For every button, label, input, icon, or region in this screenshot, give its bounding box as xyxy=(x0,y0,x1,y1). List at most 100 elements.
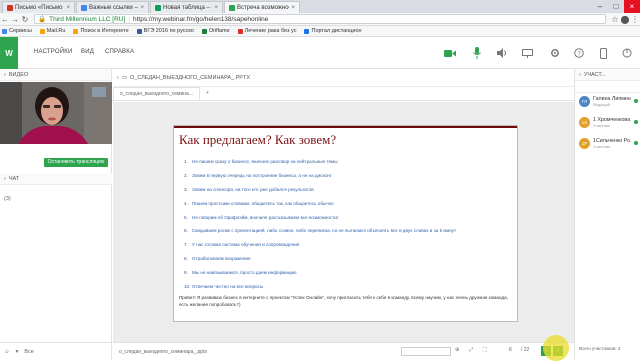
slide-list-item: 1. Не пишем сразу о бизнесе, вначале разг… xyxy=(184,159,338,165)
camera-icon[interactable] xyxy=(443,46,457,60)
maximize-icon[interactable]: □ xyxy=(608,0,624,13)
bookmark-services[interactable]: Сервисы xyxy=(2,28,32,34)
pager-file-name: о_следан_выездного_семинара_.pptx xyxy=(119,348,207,355)
bookmark-mailru[interactable]: Mail.Ru xyxy=(39,28,65,34)
participant-role: Участник xyxy=(593,123,610,128)
presentation-pager: о_следан_выездного_семинара_.pptx ⊕ ⤢ ⛶ … xyxy=(113,335,574,361)
presentation-header: ‹ ▭ О_СЛЕДАН_ВЫЕЗДНОГО_СЕМИНАРА_.PPTX xyxy=(113,69,574,87)
bookmark-oriflame[interactable]: Oriflame xyxy=(201,28,230,34)
app-toolbar: W НАСТРОЙКИ ВИД СПРАВКА ? xyxy=(0,37,640,69)
url-text: https://my.webinar.fm/go/helen138/sapeho… xyxy=(133,15,269,23)
participant-row[interactable]: ГЛ Галина Липкина Ведущий xyxy=(575,93,640,114)
star-icon[interactable]: ☆ xyxy=(610,15,620,24)
bookmark-lechenie[interactable]: Лечение рака без ус xyxy=(237,28,296,34)
bookmarks-bar: Сервисы Mail.Ru Поиск в Интернете ВГЭ 20… xyxy=(0,26,640,37)
browser-tab-2[interactable]: Важные ссылки – Goog × xyxy=(76,1,149,13)
collapse-icon[interactable]: ‹ xyxy=(117,75,119,81)
online-status-icon xyxy=(634,141,638,145)
browser-menu-icon[interactable]: ⋮ xyxy=(630,15,640,24)
bookmark-search[interactable]: Поиск в Интернете xyxy=(73,28,129,34)
fit-icon[interactable]: ⤢ xyxy=(469,347,473,353)
browser-tab-strip: Письмо «Письмо пос × Важные ссылки – Goo… xyxy=(0,0,640,13)
slide-footer-text: Привет! Я развиваю бизнес в интернете с … xyxy=(179,295,509,307)
video-label: ВИДЕО xyxy=(8,71,29,78)
mobile-icon[interactable] xyxy=(596,46,610,60)
slide-title: Как предлагаем? Как зовем? xyxy=(179,132,337,147)
chat-recipient-all[interactable]: Все xyxy=(24,349,33,355)
page-icon xyxy=(237,28,243,34)
slide-list-item: 7. У нас готовая система обучения и сопро… xyxy=(184,242,300,248)
doc-tab-presentation[interactable]: о_следан_выездного_семина... xyxy=(113,87,200,100)
vk-icon xyxy=(136,28,142,34)
page-current[interactable]: 6 xyxy=(509,347,512,353)
minimize-icon[interactable]: – xyxy=(592,0,608,13)
close-tab-icon[interactable]: × xyxy=(140,2,144,13)
slide-stage: Как предлагаем? Как зовем? 1. Не пишем ср… xyxy=(113,102,574,342)
participants-header: ‹ УЧАСТ... xyxy=(575,69,640,81)
slide-list-item: 6. Скидываем ролик с презентацией, либо с… xyxy=(184,228,457,234)
participants-label: УЧАСТ... xyxy=(583,71,606,78)
avatar: 1Р xyxy=(579,138,590,149)
participants-panel: ‹ УЧАСТ... ГЛ Галина Липкина Ведущий 1Х … xyxy=(574,69,640,360)
menu-help[interactable]: СПРАВКА xyxy=(105,49,134,55)
new-tab-button[interactable] xyxy=(301,1,313,13)
menu-view[interactable]: ВИД xyxy=(81,49,94,55)
browser-tab-3[interactable]: Новая таблица – Goog × xyxy=(150,1,223,13)
close-tab-icon[interactable]: × xyxy=(66,2,70,13)
dropdown-icon[interactable]: ▾ xyxy=(16,349,19,355)
chat-label: ЧАТ xyxy=(8,175,20,182)
exit-icon[interactable] xyxy=(620,46,634,60)
slide: Как предлагаем? Как зовем? 1. Не пишем ср… xyxy=(174,126,517,321)
webinar-icon xyxy=(229,4,235,11)
collapse-icon[interactable]: ‹ xyxy=(579,72,581,78)
bookmark-vge[interactable]: ВГЭ 2016 по русско xyxy=(136,28,194,34)
zoom-icon[interactable]: ⊕ xyxy=(455,347,459,353)
smile-icon[interactable]: ☺ xyxy=(4,349,10,355)
add-doc-tab-button[interactable]: + xyxy=(199,87,215,100)
help-icon[interactable]: ? xyxy=(572,46,586,60)
search-icon xyxy=(73,28,79,34)
browser-tab-1[interactable]: Письмо «Письмо пос × xyxy=(2,1,75,13)
forward-icon[interactable]: → xyxy=(10,15,20,24)
mailru-icon xyxy=(39,28,45,34)
bookmark-portal[interactable]: Портал дистанцион xyxy=(304,28,362,34)
collapse-icon[interactable]: ‹ xyxy=(4,176,6,182)
apps-icon xyxy=(2,28,7,34)
gmail-icon xyxy=(7,4,13,11)
document-icon: ▭ xyxy=(121,74,128,81)
fullscreen-icon[interactable]: ⛶ xyxy=(483,347,487,353)
chat-panel-header: ‹ ЧАТ xyxy=(0,173,112,185)
close-window-icon[interactable]: × xyxy=(624,0,640,13)
address-bar: ← → ↻ 🔒 Third Millennium LLC [RU] | http… xyxy=(0,13,640,26)
webinar-logo-icon[interactable]: W xyxy=(0,37,18,69)
pager-search-input[interactable] xyxy=(401,347,451,356)
close-tab-icon[interactable]: × xyxy=(214,2,218,13)
close-tab-icon[interactable]: × xyxy=(291,2,295,13)
extension-icon[interactable]: ⬤ xyxy=(620,15,630,24)
collapse-icon[interactable]: ‹ xyxy=(4,72,6,78)
settings-gear-icon[interactable] xyxy=(548,46,562,60)
presentation-area: ‹ ▭ О_СЛЕДАН_ВЫЕЗДНОГО_СЕМИНАРА_.PPTX о_… xyxy=(113,69,574,361)
participants-total: Всего участников: 3 xyxy=(579,346,621,351)
google-docs-icon xyxy=(81,4,87,11)
browser-tab-4[interactable]: Встреча возможностей × xyxy=(224,1,300,13)
participant-role: Ведущий xyxy=(593,102,610,107)
video-panel-header: ‹ ВИДЕО xyxy=(0,69,111,81)
document-tabs: о_следан_выездного_семина... + xyxy=(113,87,574,101)
microphone-icon[interactable] xyxy=(470,46,484,60)
participant-row[interactable]: 1Х 1 Хромченкова ... Участник xyxy=(575,114,640,135)
menu-settings[interactable]: НАСТРОЙКИ xyxy=(34,49,72,55)
avatar: 1Х xyxy=(579,117,590,128)
reload-icon[interactable]: ↻ xyxy=(20,15,30,24)
chat-input-bar: ☺ ▾ Все xyxy=(0,342,112,360)
slide-list-item: 4. Пишем простыми словами, общаетесь так,… xyxy=(184,200,334,206)
speaker-icon[interactable] xyxy=(495,46,509,60)
online-status-icon xyxy=(634,99,638,103)
url-field[interactable]: 🔒 Third Millennium LLC [RU] | https://my… xyxy=(34,14,606,24)
stop-broadcast-button[interactable]: Остановить трансляцию xyxy=(44,158,108,167)
screen-share-icon[interactable] xyxy=(520,46,534,60)
left-panel: ‹ ВИДЕО Остановить трансляцию ‹ ЧАТ (3) … xyxy=(0,69,112,360)
participant-role: Участник xyxy=(593,144,610,149)
participant-row[interactable]: 1Р 1Сильченко Ро... Участник xyxy=(575,135,640,156)
back-icon[interactable]: ← xyxy=(0,15,10,24)
